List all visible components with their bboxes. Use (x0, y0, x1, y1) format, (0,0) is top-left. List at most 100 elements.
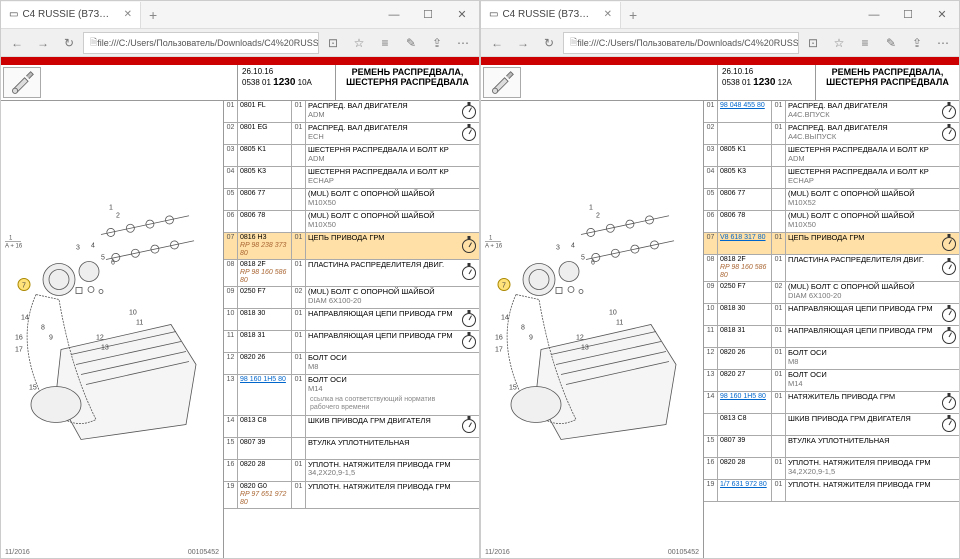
svg-text:6: 6 (111, 260, 115, 267)
table-row[interactable]: 13 98 160 1H5 80 01 БОЛТ ОСИ M14 ссылка … (224, 375, 479, 415)
back-button[interactable]: ← (5, 31, 29, 55)
forward-button[interactable]: → (31, 31, 55, 55)
part-subdesc: ECH (308, 133, 457, 142)
table-row[interactable]: 14 0813 C8 ШКИВ ПРИВОДА ГРМ ДВИГАТЕЛЯ (224, 416, 479, 438)
table-row[interactable]: 06 0806 78 (MUL) БОЛТ С ОПОРНОЙ ШАЙБОЙ M… (704, 211, 959, 233)
reading-mode-button[interactable]: ⊡ (321, 31, 345, 55)
table-row[interactable]: 05 0806 77 (MUL) БОЛТ С ОПОРНОЙ ШАЙБОЙ M… (224, 189, 479, 211)
part-thumbnail[interactable] (3, 67, 41, 98)
reading-mode-button[interactable]: ⊡ (801, 31, 825, 55)
refresh-button[interactable]: ↻ (57, 31, 81, 55)
url-input[interactable]: 🗎file:///C:/Users/Пользователь/Downloads… (563, 32, 799, 54)
rp-code[interactable]: RP 97 651 972 80 (240, 491, 289, 507)
part-number-link[interactable]: V8 618 317 80 (720, 234, 769, 242)
minimize-button[interactable]: — (377, 1, 411, 29)
table-row[interactable]: 06 0806 78 (MUL) БОЛТ С ОПОРНОЙ ШАЙБОЙ M… (224, 211, 479, 233)
maximize-button[interactable]: ☐ (411, 1, 445, 29)
table-row[interactable]: 05 0806 77 (MUL) БОЛТ С ОПОРНОЙ ШАЙБОЙ M… (704, 189, 959, 211)
hub-button[interactable]: ≡ (373, 31, 397, 55)
more-button[interactable]: ⋯ (451, 31, 475, 55)
stopwatch-icon[interactable] (462, 335, 476, 349)
browser-tab[interactable]: ▭ C4 RUSSIE (B73R) - 053… ✕ (481, 2, 621, 28)
table-row[interactable]: 0813 C8 ШКИВ ПРИВОДА ГРМ ДВИГАТЕЛЯ (704, 414, 959, 436)
hub-button[interactable]: ≡ (853, 31, 877, 55)
stopwatch-icon[interactable] (942, 396, 956, 410)
stopwatch-icon[interactable] (942, 418, 956, 432)
stopwatch-icon[interactable] (942, 127, 956, 141)
exploded-diagram[interactable]: 12 34 56 7 89 1011 1213 1415 1617 1A + 1… (1, 101, 223, 558)
table-row[interactable]: 13 0820 27 01 БОЛТ ОСИ M14 (704, 370, 959, 392)
table-row[interactable]: 07 0816 H3 RP 98 238 373 80 01 ЦЕПЬ ПРИВ… (224, 233, 479, 260)
part-thumbnail[interactable] (483, 67, 521, 98)
part-number-link[interactable]: 98 160 1H5 80 (720, 393, 769, 401)
parts-table[interactable]: 01 98 048 455 80 01 РАСПРЕД. ВАЛ ДВИГАТЕ… (703, 101, 959, 558)
table-row[interactable]: 10 0818 30 01 НАПРАВЛЯЮЩАЯ ЦЕПИ ПРИВОДА … (704, 304, 959, 326)
table-row[interactable]: 08 0818 2F RP 98 160 586 80 01 ПЛАСТИНА … (224, 260, 479, 287)
part-number-link[interactable]: 1/7 631 972 80 (720, 481, 769, 489)
new-tab-button[interactable]: + (621, 7, 645, 23)
table-row[interactable]: 01 0801 FL 01 РАСПРЕД. ВАЛ ДВИГАТЕЛЯ ADM (224, 101, 479, 123)
part-number-link[interactable]: 98 048 455 80 (720, 102, 769, 110)
stopwatch-icon[interactable] (942, 330, 956, 344)
table-row[interactable]: 09 0250 F7 02 (MUL) БОЛТ С ОПОРНОЙ ШАЙБО… (224, 287, 479, 309)
share-button[interactable]: ⇪ (905, 31, 929, 55)
exploded-diagram[interactable]: 12 34 56 7 89 1011 1213 1415 1617 1A + 1… (481, 101, 703, 558)
table-row[interactable]: 15 0807 39 ВТУЛКА УПЛОТНИТЕЛЬНАЯ (224, 438, 479, 460)
table-row[interactable]: 04 0805 K3 ШЕСТЕРНЯ РАСПРЕДВАЛА И БОЛТ К… (224, 167, 479, 189)
rp-code[interactable]: RP 98 160 586 80 (720, 264, 769, 280)
table-row[interactable]: 03 0805 K1 ШЕСТЕРНЯ РАСПРЕДВАЛА И БОЛТ К… (704, 145, 959, 167)
notes-button[interactable]: ✎ (399, 31, 423, 55)
minimize-button[interactable]: — (857, 1, 891, 29)
stopwatch-icon[interactable] (942, 261, 956, 275)
favorites-button[interactable]: ☆ (347, 31, 371, 55)
table-row[interactable]: 02 0801 EG 01 РАСПРЕД. ВАЛ ДВИГАТЕЛЯ ECH (224, 123, 479, 145)
table-row[interactable]: 12 0820 26 01 БОЛТ ОСИ M8 (704, 348, 959, 370)
part-number-link[interactable]: 98 160 1H5 80 (240, 376, 289, 384)
table-row[interactable]: 12 0820 26 01 БОЛТ ОСИ M8 (224, 353, 479, 375)
table-row[interactable]: 19 1/7 631 972 80 01 УПЛОТН. НАТЯЖИТЕЛЯ … (704, 480, 959, 502)
table-row[interactable]: 02 01 РАСПРЕД. ВАЛ ДВИГАТЕЛЯ A4C.ВЫПУСК (704, 123, 959, 145)
browser-tab[interactable]: ▭ C4 RUSSIE (B73R) - 053… ✕ (1, 2, 141, 28)
stopwatch-icon[interactable] (462, 239, 476, 253)
stopwatch-icon[interactable] (462, 127, 476, 141)
table-row[interactable]: 16 0820 28 01 УПЛОТН. НАТЯЖИТЕЛЯ ПРИВОДА… (224, 460, 479, 482)
table-row[interactable]: 07 V8 618 317 80 01 ЦЕПЬ ПРИВОДА ГРМ (704, 233, 959, 255)
table-row[interactable]: 11 0818 31 01 НАПРАВЛЯЮЩАЯ ЦЕПИ ПРИВОДА … (704, 326, 959, 348)
stopwatch-icon[interactable] (942, 105, 956, 119)
table-row[interactable]: 08 0818 2F RP 98 160 586 80 01 ПЛАСТИНА … (704, 255, 959, 282)
more-button[interactable]: ⋯ (931, 31, 955, 55)
new-tab-button[interactable]: + (141, 7, 165, 23)
table-row[interactable]: 10 0818 30 01 НАПРАВЛЯЮЩАЯ ЦЕПИ ПРИВОДА … (224, 309, 479, 331)
url-text: file:///C:/Users/Пользователь/Downloads/… (577, 38, 799, 48)
stopwatch-icon[interactable] (942, 308, 956, 322)
stopwatch-icon[interactable] (462, 419, 476, 433)
share-button[interactable]: ⇪ (425, 31, 449, 55)
favorites-button[interactable]: ☆ (827, 31, 851, 55)
table-row[interactable]: 01 98 048 455 80 01 РАСПРЕД. ВАЛ ДВИГАТЕ… (704, 101, 959, 123)
rp-code[interactable]: RP 98 238 373 80 (240, 242, 289, 258)
table-row[interactable]: 19 0820 G0 RP 97 651 972 80 01 УПЛОТН. Н… (224, 482, 479, 509)
back-button[interactable]: ← (485, 31, 509, 55)
table-row[interactable]: 16 0820 28 01 УПЛОТН. НАТЯЖИТЕЛЯ ПРИВОДА… (704, 458, 959, 480)
stopwatch-icon[interactable] (462, 266, 476, 280)
stopwatch-icon[interactable] (462, 313, 476, 327)
close-window-button[interactable]: ✕ (445, 1, 479, 29)
close-tab-icon[interactable]: ✕ (604, 9, 612, 20)
rp-code[interactable]: RP 98 160 586 80 (240, 269, 289, 285)
parts-table[interactable]: 01 0801 FL 01 РАСПРЕД. ВАЛ ДВИГАТЕЛЯ ADM (223, 101, 479, 558)
table-row[interactable]: 11 0818 31 01 НАПРАВЛЯЮЩАЯ ЦЕПИ ПРИВОДА … (224, 331, 479, 353)
table-row[interactable]: 14 98 160 1H5 80 01 НАТЯЖИТЕЛЬ ПРИВОДА Г… (704, 392, 959, 414)
table-row[interactable]: 15 0807 39 ВТУЛКА УПЛОТНИТЕЛЬНАЯ (704, 436, 959, 458)
table-row[interactable]: 09 0250 F7 02 (MUL) БОЛТ С ОПОРНОЙ ШАЙБО… (704, 282, 959, 304)
close-window-button[interactable]: ✕ (925, 1, 959, 29)
url-input[interactable]: 🗎file:///C:/Users/Пользователь/Downloads… (83, 32, 319, 54)
forward-button[interactable]: → (511, 31, 535, 55)
stopwatch-icon[interactable] (942, 237, 956, 251)
stopwatch-icon[interactable] (462, 105, 476, 119)
notes-button[interactable]: ✎ (879, 31, 903, 55)
table-row[interactable]: 03 0805 K1 ШЕСТЕРНЯ РАСПРЕДВАЛА И БОЛТ К… (224, 145, 479, 167)
refresh-button[interactable]: ↻ (537, 31, 561, 55)
close-tab-icon[interactable]: ✕ (124, 9, 132, 20)
table-row[interactable]: 04 0805 K3 ШЕСТЕРНЯ РАСПРЕДВАЛА И БОЛТ К… (704, 167, 959, 189)
maximize-button[interactable]: ☐ (891, 1, 925, 29)
